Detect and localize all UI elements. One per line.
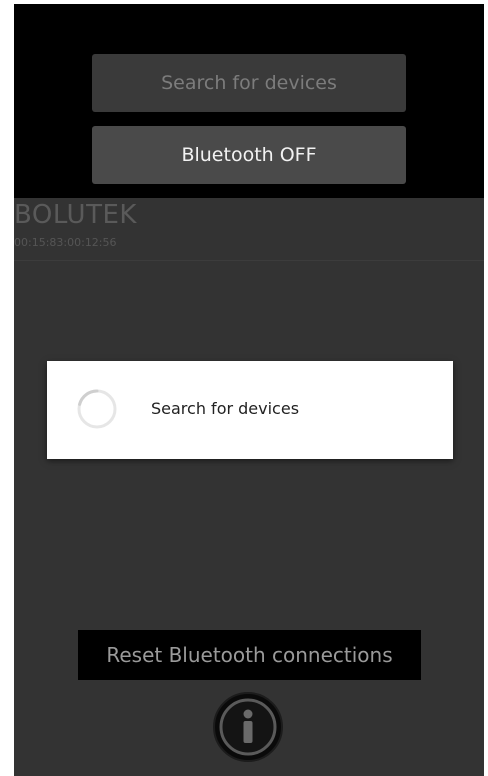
bluetooth-toggle-button[interactable]: Bluetooth OFF xyxy=(92,126,406,184)
reset-bluetooth-button[interactable]: Reset Bluetooth connections xyxy=(78,630,421,680)
app-screen: Search for devices Bluetooth OFF BOLUTEK… xyxy=(14,4,484,776)
bluetooth-toggle-label: Bluetooth OFF xyxy=(181,144,317,166)
progress-dialog: Search for devices xyxy=(47,361,453,459)
loading-spinner-icon xyxy=(75,387,119,431)
device-mac-address: 00:15:83:00:12:56 xyxy=(14,236,117,249)
device-name: BOLUTEK xyxy=(14,200,137,230)
list-divider xyxy=(14,260,484,261)
info-icon[interactable] xyxy=(211,690,285,764)
top-panel: Search for devices Bluetooth OFF xyxy=(14,4,484,198)
search-devices-label: Search for devices xyxy=(161,72,337,94)
dialog-message: Search for devices xyxy=(151,399,300,418)
search-devices-button[interactable]: Search for devices xyxy=(92,54,406,112)
reset-bluetooth-label: Reset Bluetooth connections xyxy=(106,643,393,667)
